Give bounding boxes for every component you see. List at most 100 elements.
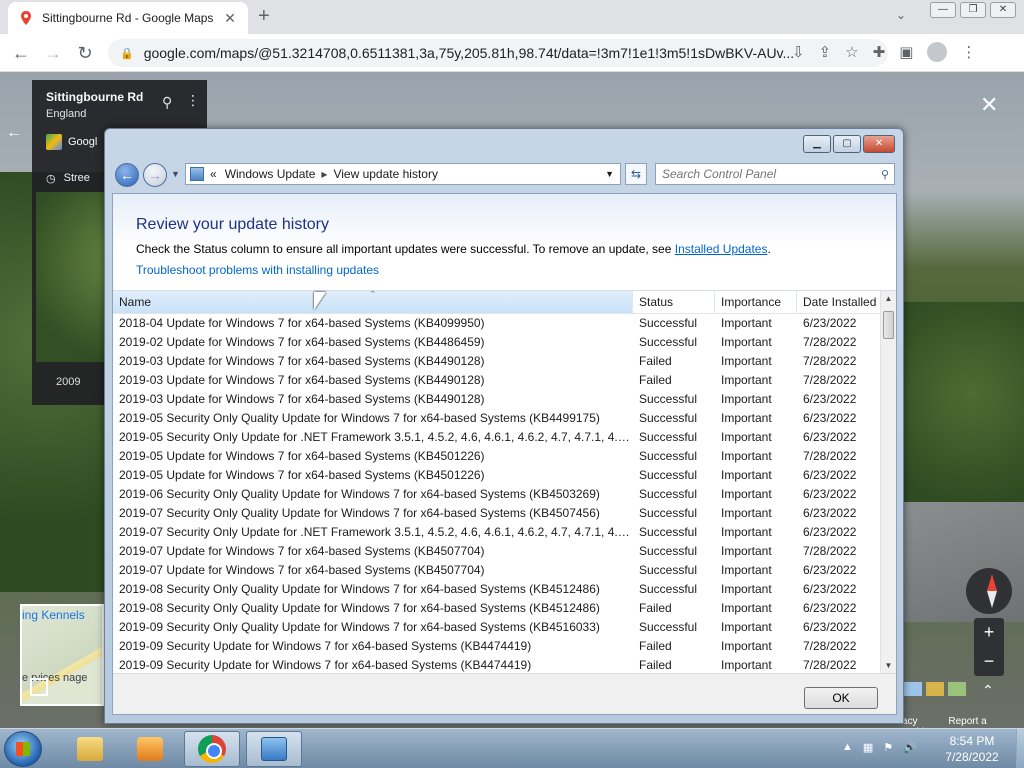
update-row[interactable]: 2019-05 Security Only Update for .NET Fr… <box>113 428 880 447</box>
reload-icon[interactable]: ↻ <box>74 42 96 64</box>
expand-map-icon[interactable] <box>30 678 48 696</box>
update-row[interactable]: 2019-09 Security Update for Windows 7 fo… <box>113 656 880 673</box>
installed-updates-link[interactable]: Installed Updates <box>675 242 768 256</box>
imagery-thumb-map[interactable] <box>948 682 966 696</box>
privacy-link[interactable]: acy <box>902 716 918 727</box>
location-pin-icon[interactable]: ⚲ <box>162 94 172 111</box>
recent-pages-chevron-icon[interactable]: ▼ <box>171 169 180 179</box>
address-dropdown-icon[interactable]: ▼ <box>605 169 614 179</box>
share-icon[interactable]: ⇪ <box>819 43 832 61</box>
update-date-installed: 6/23/2022 <box>803 411 857 425</box>
update-row[interactable]: 2019-07 Update for Windows 7 for x64-bas… <box>113 542 880 561</box>
taskbar-chrome[interactable] <box>184 731 240 767</box>
update-row[interactable]: 2019-05 Update for Windows 7 for x64-bas… <box>113 447 880 466</box>
refresh-icon[interactable]: ⇆ <box>625 163 647 185</box>
install-app-icon[interactable]: ⇩ <box>792 43 805 61</box>
dialog-minimize-button[interactable]: ▁ <box>803 135 831 153</box>
update-row[interactable]: 2019-07 Update for Windows 7 for x64-bas… <box>113 561 880 580</box>
show-hidden-icons-icon[interactable]: ▲ <box>842 741 853 754</box>
breadcrumb-windows-update[interactable]: Windows Update <box>225 167 316 181</box>
column-header-status[interactable]: Status <box>633 291 715 313</box>
start-button[interactable] <box>4 731 42 767</box>
dialog-maximize-button[interactable]: ▢ <box>833 135 861 153</box>
extensions-puzzle-icon[interactable]: ✚ <box>873 43 886 61</box>
url-text[interactable]: google.com/maps/@51.3214708,0.6511381,3a… <box>144 45 888 61</box>
dialog-forward-icon[interactable]: → <box>143 163 167 187</box>
update-row[interactable]: 2018-04 Update for Windows 7 for x64-bas… <box>113 314 880 333</box>
update-row[interactable]: 2019-07 Security Only Quality Update for… <box>113 504 880 523</box>
scroll-down-arrow-icon[interactable]: ▼ <box>881 658 896 673</box>
street-view-trees-right <box>894 302 1024 532</box>
update-row[interactable]: 2019-07 Security Only Update for .NET Fr… <box>113 523 880 542</box>
update-rows: 2018-04 Update for Windows 7 for x64-bas… <box>113 314 880 673</box>
update-row[interactable]: 2019-03 Update for Windows 7 for x64-bas… <box>113 371 880 390</box>
street-view-time-selector[interactable]: ◷ Stree <box>46 172 90 185</box>
minimize-button[interactable]: — <box>930 2 956 18</box>
update-row[interactable]: 2019-09 Security Update for Windows 7 fo… <box>113 637 880 656</box>
imagery-thumb-sky[interactable] <box>904 682 922 696</box>
update-row[interactable]: 2019-03 Update for Windows 7 for x64-bas… <box>113 390 880 409</box>
back-arrow-icon[interactable]: ← <box>10 42 32 64</box>
dialog-back-icon[interactable]: ← <box>115 163 139 187</box>
breadcrumb-prefix[interactable]: « <box>210 167 217 181</box>
street-view-minimap[interactable]: ing Kennels e rvices nage <box>20 604 104 706</box>
update-importance: Important <box>721 373 772 387</box>
troubleshoot-link[interactable]: Troubleshoot problems with installing up… <box>136 263 379 277</box>
update-name: 2019-03 Update for Windows 7 for x64-bas… <box>119 392 485 406</box>
taskbar-media-player[interactable] <box>122 731 178 767</box>
update-row[interactable]: 2019-05 Update for Windows 7 for x64-bas… <box>113 466 880 485</box>
update-row[interactable]: 2019-08 Security Only Quality Update for… <box>113 599 880 618</box>
update-row[interactable]: 2019-09 Security Only Quality Update for… <box>113 618 880 637</box>
new-tab-button[interactable]: + <box>258 6 270 26</box>
compass-icon[interactable] <box>966 568 1012 614</box>
bookmark-star-icon[interactable]: ☆ <box>845 43 858 61</box>
zoom-out-button[interactable]: − <box>974 647 1004 676</box>
zoom-in-button[interactable]: + <box>974 618 1004 647</box>
more-options-icon[interactable]: ⋮ <box>186 92 200 109</box>
control-panel-address-bar[interactable]: « Windows Update ▸ View update history ▼ <box>185 163 621 185</box>
taskbar-explorer[interactable] <box>62 731 118 767</box>
search-control-panel-input[interactable] <box>662 167 876 181</box>
address-bar[interactable]: 🔒 google.com/maps/@51.3214708,0.6511381,… <box>108 39 888 67</box>
search-icon[interactable]: ⚲ <box>876 168 894 181</box>
control-panel-search[interactable]: ⚲ <box>655 163 895 185</box>
column-header-name[interactable]: ⌃ Name <box>113 291 633 313</box>
show-desktop-button[interactable] <box>1016 729 1024 768</box>
restore-button[interactable]: ❐ <box>960 2 986 18</box>
street-view-back-arrow-icon[interactable]: ← <box>6 124 22 142</box>
tab-search-chevron-icon[interactable]: ⌄ <box>896 8 906 22</box>
lock-icon[interactable]: 🔒 <box>120 47 134 60</box>
list-scrollbar[interactable]: ▲ ▼ <box>880 291 896 673</box>
more-menu-icon[interactable]: ⋮ <box>961 43 976 61</box>
action-center-flag-icon[interactable]: ⚑ <box>883 741 893 754</box>
network-icon[interactable]: ▦ <box>863 741 873 754</box>
google-imagery-link[interactable]: Googl <box>46 134 97 150</box>
volume-icon[interactable]: 🔊 <box>903 741 917 754</box>
column-header-date-installed[interactable]: Date Installed <box>797 291 880 313</box>
update-row[interactable]: 2019-08 Security Only Quality Update for… <box>113 580 880 599</box>
update-row[interactable]: 2019-06 Security Only Quality Update for… <box>113 485 880 504</box>
browser-tab-google-maps[interactable]: Sittingbourne Rd - Google Maps ✕ <box>8 2 248 34</box>
update-row[interactable]: 2019-03 Update for Windows 7 for x64-bas… <box>113 352 880 371</box>
update-importance: Important <box>721 582 772 596</box>
breadcrumb-view-update-history[interactable]: View update history <box>333 167 438 181</box>
close-window-button[interactable]: ✕ <box>990 2 1016 18</box>
update-row[interactable]: 2019-05 Security Only Quality Update for… <box>113 409 880 428</box>
close-street-view-icon[interactable]: ✕ <box>980 92 998 118</box>
dialog-close-button[interactable]: ✕ <box>863 135 895 153</box>
side-panel-icon[interactable]: ▣ <box>899 43 913 61</box>
expand-up-chevron-icon[interactable]: ⌃ <box>982 682 994 699</box>
profile-avatar[interactable] <box>927 42 948 62</box>
taskbar-control-panel[interactable] <box>246 731 302 767</box>
column-header-importance[interactable]: Importance <box>715 291 797 313</box>
tab-close-icon[interactable]: ✕ <box>222 10 238 27</box>
scroll-thumb[interactable] <box>883 311 894 339</box>
update-row[interactable]: 2019-02 Update for Windows 7 for x64-bas… <box>113 333 880 352</box>
ok-button[interactable]: OK <box>804 687 878 709</box>
breadcrumb-separator-icon[interactable]: ▸ <box>321 167 327 181</box>
imagery-thumb-field[interactable] <box>926 682 944 696</box>
taskbar-clock[interactable]: 8:54 PM 7/28/2022 <box>930 733 1014 765</box>
update-date-installed: 7/28/2022 <box>803 354 857 368</box>
scroll-up-arrow-icon[interactable]: ▲ <box>881 291 896 307</box>
forward-arrow-icon[interactable]: → <box>42 42 64 64</box>
